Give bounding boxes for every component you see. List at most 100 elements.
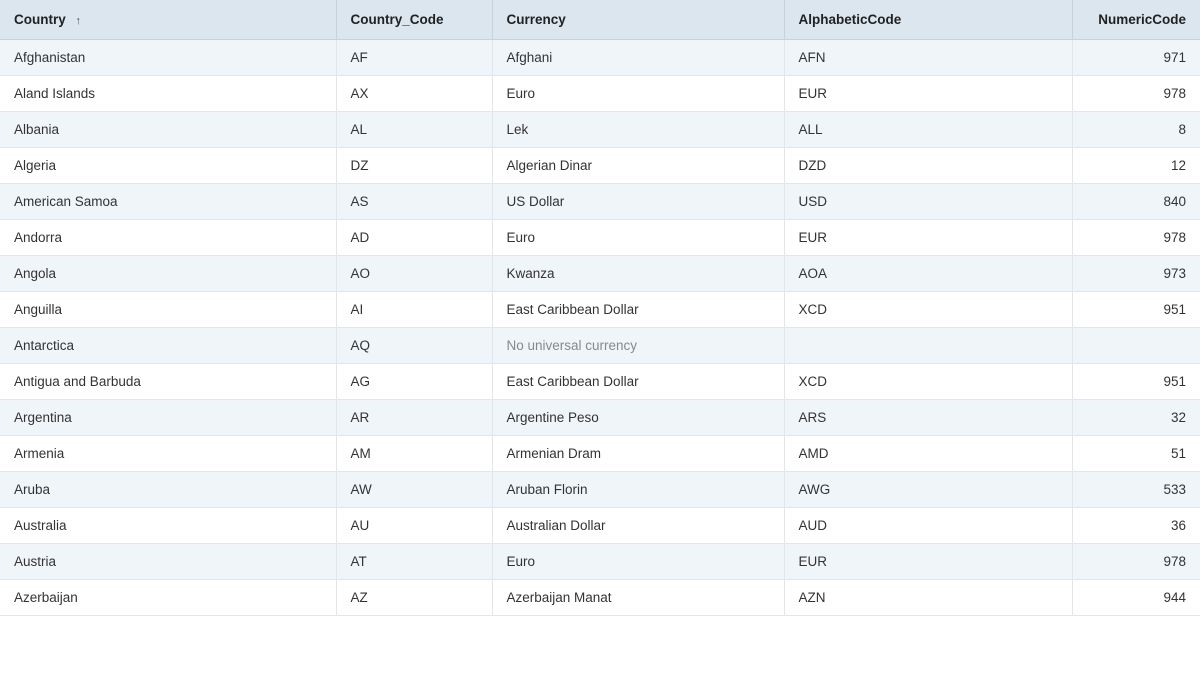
cell-numeric-code: 12 [1072, 148, 1200, 184]
cell-country-code: AT [336, 544, 492, 580]
cell-currency: East Caribbean Dollar [492, 364, 784, 400]
cell-alphabetic-code: EUR [784, 544, 1072, 580]
cell-country: Andorra [0, 220, 336, 256]
table-row: AustraliaAUAustralian DollarAUD36 [0, 508, 1200, 544]
table-row: AntarcticaAQNo universal currency [0, 328, 1200, 364]
cell-numeric-code: 951 [1072, 364, 1200, 400]
column-label-alphabetic-code: AlphabeticCode [799, 12, 902, 27]
cell-numeric-code: 978 [1072, 220, 1200, 256]
column-label-country: Country [14, 12, 66, 27]
column-header-country-code[interactable]: Country_Code [336, 0, 492, 40]
column-label-numeric-code: NumericCode [1098, 12, 1186, 27]
cell-country-code: AZ [336, 580, 492, 616]
cell-currency: Australian Dollar [492, 508, 784, 544]
cell-currency: East Caribbean Dollar [492, 292, 784, 328]
cell-country: Azerbaijan [0, 580, 336, 616]
table-row: AndorraADEuroEUR978 [0, 220, 1200, 256]
cell-alphabetic-code: XCD [784, 292, 1072, 328]
cell-country: Angola [0, 256, 336, 292]
cell-country-code: AQ [336, 328, 492, 364]
cell-alphabetic-code: ARS [784, 400, 1072, 436]
cell-currency: Azerbaijan Manat [492, 580, 784, 616]
cell-country: Anguilla [0, 292, 336, 328]
cell-country-code: AD [336, 220, 492, 256]
cell-country: Australia [0, 508, 336, 544]
cell-country-code: AS [336, 184, 492, 220]
cell-currency: No universal currency [492, 328, 784, 364]
cell-country-code: AX [336, 76, 492, 112]
cell-country-code: AI [336, 292, 492, 328]
cell-numeric-code: 951 [1072, 292, 1200, 328]
cell-numeric-code: 973 [1072, 256, 1200, 292]
cell-currency: Aruban Florin [492, 472, 784, 508]
table-row: Antigua and BarbudaAGEast Caribbean Doll… [0, 364, 1200, 400]
column-header-alphabetic-code[interactable]: AlphabeticCode [784, 0, 1072, 40]
cell-country: Aruba [0, 472, 336, 508]
cell-country: Aland Islands [0, 76, 336, 112]
cell-alphabetic-code: XCD [784, 364, 1072, 400]
cell-numeric-code: 533 [1072, 472, 1200, 508]
table-header-row: Country ↑ Country_Code Currency Alphabet… [0, 0, 1200, 40]
cell-numeric-code: 944 [1072, 580, 1200, 616]
cell-alphabetic-code: AOA [784, 256, 1072, 292]
cell-alphabetic-code: AMD [784, 436, 1072, 472]
cell-alphabetic-code [784, 328, 1072, 364]
cell-country-code: AU [336, 508, 492, 544]
cell-country-code: DZ [336, 148, 492, 184]
cell-country: Antigua and Barbuda [0, 364, 336, 400]
cell-numeric-code: 36 [1072, 508, 1200, 544]
cell-currency: Kwanza [492, 256, 784, 292]
cell-country: American Samoa [0, 184, 336, 220]
cell-numeric-code: 971 [1072, 40, 1200, 76]
cell-currency: Euro [492, 544, 784, 580]
table-row: AnguillaAIEast Caribbean DollarXCD951 [0, 292, 1200, 328]
cell-country-code: AM [336, 436, 492, 472]
cell-numeric-code: 8 [1072, 112, 1200, 148]
cell-currency: Euro [492, 76, 784, 112]
cell-country: Albania [0, 112, 336, 148]
cell-currency: Armenian Dram [492, 436, 784, 472]
column-header-numeric-code[interactable]: NumericCode [1072, 0, 1200, 40]
table-row: ArubaAWAruban FlorinAWG533 [0, 472, 1200, 508]
cell-country-code: AG [336, 364, 492, 400]
cell-currency: Argentine Peso [492, 400, 784, 436]
sort-icon-country: ↑ [76, 15, 82, 27]
cell-country: Armenia [0, 436, 336, 472]
cell-alphabetic-code: AUD [784, 508, 1072, 544]
cell-country-code: AW [336, 472, 492, 508]
cell-currency: Lek [492, 112, 784, 148]
table-row: Aland IslandsAXEuroEUR978 [0, 76, 1200, 112]
table-row: AlgeriaDZAlgerian DinarDZD12 [0, 148, 1200, 184]
table-row: AfghanistanAFAfghaniAFN971 [0, 40, 1200, 76]
column-header-currency[interactable]: Currency [492, 0, 784, 40]
cell-country: Argentina [0, 400, 336, 436]
cell-numeric-code: 51 [1072, 436, 1200, 472]
cell-numeric-code: 840 [1072, 184, 1200, 220]
cell-country-code: AO [336, 256, 492, 292]
table-row: AlbaniaALLekALL8 [0, 112, 1200, 148]
table-row: ArmeniaAMArmenian DramAMD51 [0, 436, 1200, 472]
cell-currency: Euro [492, 220, 784, 256]
cell-numeric-code: 978 [1072, 544, 1200, 580]
cell-alphabetic-code: ALL [784, 112, 1072, 148]
cell-country-code: AR [336, 400, 492, 436]
cell-alphabetic-code: EUR [784, 76, 1072, 112]
cell-country: Austria [0, 544, 336, 580]
cell-country-code: AL [336, 112, 492, 148]
cell-alphabetic-code: AWG [784, 472, 1072, 508]
cell-country: Algeria [0, 148, 336, 184]
cell-currency: Algerian Dinar [492, 148, 784, 184]
data-table: Country ↑ Country_Code Currency Alphabet… [0, 0, 1200, 616]
table-row: AzerbaijanAZAzerbaijan ManatAZN944 [0, 580, 1200, 616]
cell-country-code: AF [336, 40, 492, 76]
cell-alphabetic-code: USD [784, 184, 1072, 220]
cell-alphabetic-code: DZD [784, 148, 1072, 184]
cell-alphabetic-code: AZN [784, 580, 1072, 616]
cell-currency: US Dollar [492, 184, 784, 220]
cell-alphabetic-code: AFN [784, 40, 1072, 76]
cell-currency: Afghani [492, 40, 784, 76]
cell-country: Antarctica [0, 328, 336, 364]
table-row: American SamoaASUS DollarUSD840 [0, 184, 1200, 220]
table-row: AustriaATEuroEUR978 [0, 544, 1200, 580]
column-header-country[interactable]: Country ↑ [0, 0, 336, 40]
